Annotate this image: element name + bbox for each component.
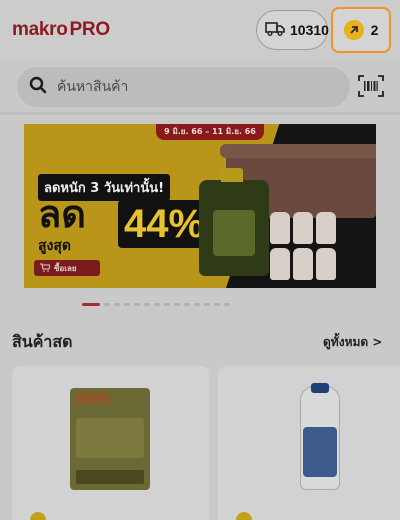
carousel-dot[interactable] xyxy=(104,302,110,306)
carousel-dot[interactable] xyxy=(134,302,140,306)
logo-main-text: makro xyxy=(12,19,68,40)
banner-discount-percent: 44% xyxy=(118,200,211,248)
carousel-dot[interactable] xyxy=(164,302,170,306)
banner-max-word: สูงสุด xyxy=(38,237,72,253)
search-icon xyxy=(29,76,47,98)
header-divider xyxy=(0,112,400,115)
sausage-pack-image xyxy=(70,388,150,490)
carousel-dot[interactable] xyxy=(184,302,190,306)
drink-bottles-image xyxy=(270,212,344,280)
search-input[interactable] xyxy=(57,79,327,95)
barcode-scanner-icon[interactable] xyxy=(358,75,384,97)
milk-bottle-image xyxy=(300,383,340,490)
section-title: สินค้าสด xyxy=(12,332,73,351)
banner-discount-word: ลด xyxy=(38,194,86,236)
carousel-dot[interactable] xyxy=(114,302,120,306)
product-card[interactable] xyxy=(218,366,400,520)
carousel-dot[interactable] xyxy=(214,302,220,306)
carousel-dot[interactable] xyxy=(194,302,200,306)
sauce-bottle-image xyxy=(199,168,269,276)
carousel-dot[interactable] xyxy=(224,302,230,306)
carousel-indicator xyxy=(82,302,230,306)
carousel-dot[interactable] xyxy=(154,302,160,306)
carousel-dot[interactable] xyxy=(144,302,150,306)
buy-now-button[interactable]: ซื้อเลย xyxy=(34,260,100,276)
coin-arrow-icon xyxy=(343,20,364,40)
delivery-button[interactable]: 10310 xyxy=(256,10,329,50)
promo-banner[interactable]: 9 มิ.ย. 66 – 11 มิ.ย. 66 ลดหนัก 3 วันเท่… xyxy=(24,124,376,288)
carousel-dot[interactable] xyxy=(82,302,100,306)
carousel-dot[interactable] xyxy=(204,302,210,306)
app-header: makro PRO 10310 2 xyxy=(0,0,400,62)
makro-pro-logo[interactable]: makro PRO xyxy=(12,18,110,42)
buy-now-label: ซื้อเลย xyxy=(54,263,77,273)
product-card[interactable] xyxy=(12,366,209,520)
truck-icon xyxy=(265,21,285,40)
carousel-dot[interactable] xyxy=(124,302,130,306)
coins-button[interactable]: 2 xyxy=(331,7,391,53)
cart-icon xyxy=(40,263,51,274)
carousel-dot[interactable] xyxy=(174,302,180,306)
see-all-link[interactable]: ดูทั้งหมด > xyxy=(323,333,382,352)
search-bar[interactable] xyxy=(17,67,350,107)
delivery-count: 10310 xyxy=(290,22,329,38)
banner-date-tag: 9 มิ.ย. 66 – 11 มิ.ย. 66 xyxy=(156,124,264,140)
logo-suffix-text: PRO xyxy=(69,19,111,40)
coins-count: 2 xyxy=(370,22,379,38)
